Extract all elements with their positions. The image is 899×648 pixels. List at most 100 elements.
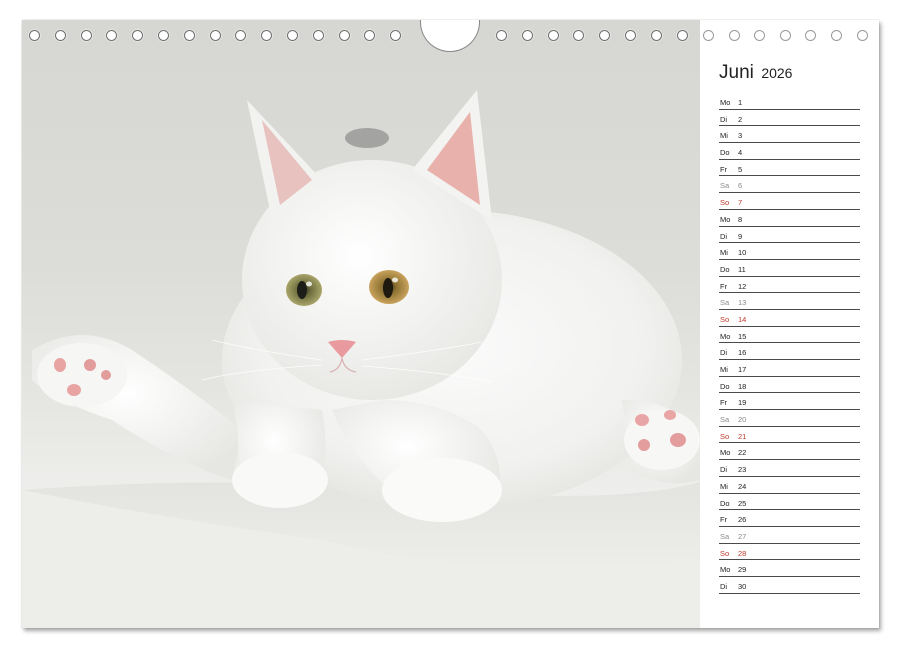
date-number: 21 <box>738 431 747 441</box>
day-row: Fr 26 <box>719 510 860 527</box>
date-number: 25 <box>738 498 747 508</box>
day-list: Mo 1 Di 2 Mi 3 Do 4 Fr 5 Sa 6 So 7 Mo 8 Di 9 Mi 10 Do 11 Fr 12 S… <box>719 93 860 594</box>
date-number: 20 <box>738 415 747 425</box>
day-row: Mo 1 <box>719 93 860 110</box>
binding-ring <box>496 30 507 41</box>
weekday-label: Mo <box>720 331 731 341</box>
date-number: 7 <box>738 198 743 208</box>
calendar-header: Juni 2026 <box>719 62 792 84</box>
weekday-label: So <box>720 314 730 324</box>
day-row: Sa 20 <box>719 410 860 427</box>
day-row: So 7 <box>719 193 860 210</box>
binding-ring <box>728 30 740 41</box>
weekday-label: So <box>720 431 730 441</box>
binding-ring <box>158 30 169 41</box>
date-number: 18 <box>738 381 747 391</box>
weekday-label: Do <box>720 148 730 158</box>
binding-ring <box>805 30 817 41</box>
date-number: 11 <box>738 264 746 274</box>
day-row: Fr 5 <box>719 160 860 177</box>
weekday-label: So <box>720 198 730 208</box>
binding-ring <box>29 30 40 41</box>
binding-ring <box>364 30 376 41</box>
binding-ring <box>650 30 662 41</box>
weekday-label: Mi <box>720 481 728 491</box>
binding-ring <box>261 30 273 41</box>
date-number: 1 <box>738 98 743 107</box>
date-number: 14 <box>738 314 747 324</box>
weekday-label: Fr <box>720 164 728 174</box>
day-row: Sa 27 <box>719 527 860 544</box>
weekday-label: Sa <box>720 298 730 308</box>
date-number: 10 <box>738 248 747 258</box>
date-number: 27 <box>738 531 747 541</box>
month-title: Juni <box>719 62 754 83</box>
binding-ring <box>521 30 533 41</box>
weekday-label: Sa <box>720 181 730 191</box>
binding-ring <box>338 30 350 41</box>
weekday-label: Di <box>720 465 728 475</box>
day-row: Sa 6 <box>719 176 860 194</box>
date-number: 23 <box>738 465 747 475</box>
weekday-label: Mi <box>720 248 728 258</box>
binding-ring <box>390 30 402 41</box>
binding-ring <box>573 30 585 41</box>
weekday-label: Sa <box>720 531 730 541</box>
date-number: 26 <box>738 515 747 525</box>
binding-ring <box>80 30 92 41</box>
binding-ring <box>547 30 559 41</box>
kitten-photo <box>22 20 700 628</box>
day-row: Sa 13 <box>719 293 860 310</box>
weekday-label: Mo <box>720 214 731 224</box>
weekday-label: Di <box>720 581 728 591</box>
date-number: 6 <box>738 181 743 191</box>
day-row: Mi 3 <box>719 126 860 144</box>
binding-ring <box>754 30 766 41</box>
day-row: Do 18 <box>719 377 860 394</box>
weekday-label: Di <box>720 114 728 124</box>
day-row: Do 4 <box>719 143 860 160</box>
weekday-label: Fr <box>720 398 728 408</box>
weekday-label: Mi <box>720 365 728 374</box>
binding-ring <box>599 30 611 41</box>
date-number: 15 <box>738 331 747 341</box>
binding-ring <box>856 30 868 41</box>
day-row: Mo 15 <box>719 327 860 344</box>
weekday-label: Sa <box>720 415 730 425</box>
day-row: Di 9 <box>719 227 860 244</box>
day-row: Mo 29 <box>719 560 860 577</box>
day-row: Fr 19 <box>719 393 860 411</box>
weekday-label: Di <box>720 348 728 358</box>
day-row: So 28 <box>719 544 860 561</box>
date-number: 3 <box>738 131 743 141</box>
date-number: 16 <box>738 348 747 358</box>
weekday-label: Do <box>720 381 730 391</box>
day-row: Di 16 <box>719 343 860 360</box>
date-number: 12 <box>738 281 747 291</box>
date-number: 8 <box>738 214 743 224</box>
date-number: 9 <box>738 231 743 241</box>
binding-ring <box>312 30 324 41</box>
binding-ring <box>676 30 688 41</box>
day-row: Do 25 <box>719 494 860 511</box>
weekday-label: Di <box>720 231 728 241</box>
date-number: 13 <box>738 298 747 308</box>
day-row: Mi 10 <box>719 243 860 260</box>
day-row: Do 11 <box>719 260 860 277</box>
date-number: 19 <box>738 398 747 408</box>
date-number: 22 <box>738 448 747 458</box>
date-number: 17 <box>738 365 747 374</box>
date-number: 4 <box>738 148 743 158</box>
day-row: Di 23 <box>719 460 860 477</box>
date-number: 2 <box>738 114 743 124</box>
date-number: 24 <box>738 481 747 491</box>
day-row: So 14 <box>719 310 860 327</box>
calendar-page: Juni 2026 Mo 1 Di 2 Mi 3 Do 4 Fr 5 Sa 6 So 7 Mo 8 Di 9 Mi 1… <box>22 20 879 628</box>
weekday-label: Mo <box>720 98 731 107</box>
binding-ring <box>209 30 221 41</box>
binding-ring <box>183 30 195 41</box>
day-row: Mo 8 <box>719 210 860 227</box>
weekday-label: So <box>720 548 730 558</box>
weekday-label: Fr <box>720 281 728 291</box>
day-row: Di 30 <box>719 577 860 594</box>
